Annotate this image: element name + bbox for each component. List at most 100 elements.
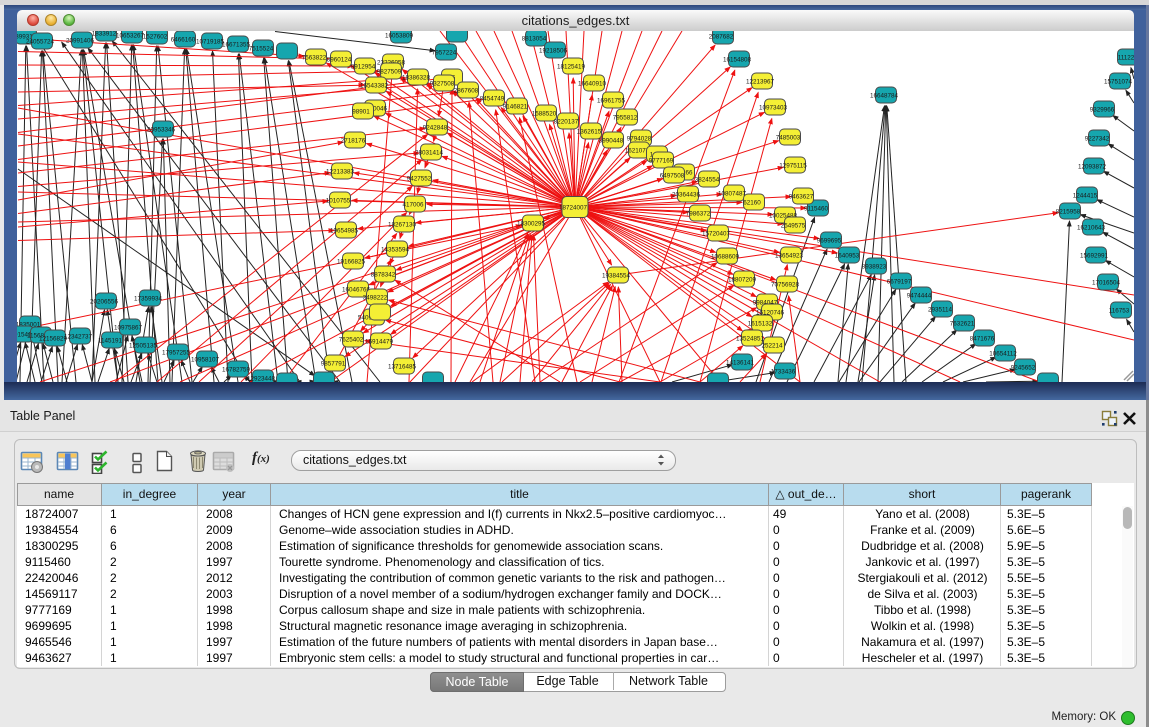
svg-text:17957255: 17957255 (162, 350, 191, 357)
svg-text:14353594: 14353594 (381, 247, 410, 254)
svg-text:116753: 116753 (1109, 308, 1130, 315)
svg-text:2087682: 2087682 (709, 34, 734, 41)
svg-text:15751074: 15751074 (1104, 79, 1133, 86)
svg-text:10973403: 10973403 (759, 105, 788, 112)
svg-text:24055724: 24055724 (26, 39, 55, 46)
svg-text:12505135: 12505135 (129, 343, 158, 350)
svg-text:62160: 62160 (743, 200, 761, 207)
svg-text:6497508: 6497508 (660, 173, 685, 180)
svg-text:17016504: 17016504 (1092, 280, 1121, 287)
svg-text:1640953: 1640953 (835, 253, 860, 260)
svg-text:3824554: 3824554 (695, 177, 720, 184)
svg-text:10653267: 10653267 (116, 33, 145, 40)
svg-text:9794028: 9794028 (627, 136, 652, 143)
svg-text:13716485: 13716485 (388, 364, 417, 371)
svg-text:9115460: 9115460 (804, 206, 829, 213)
svg-text:10958107: 10958107 (191, 357, 220, 364)
svg-text:18807209: 18807209 (728, 277, 757, 284)
svg-text:1588520: 1588520 (532, 111, 557, 118)
svg-text:9427552: 9427552 (407, 176, 432, 183)
svg-text:10688609: 10688609 (711, 254, 740, 261)
svg-text:9242848: 9242848 (423, 125, 448, 132)
svg-text:9245652: 9245652 (1011, 365, 1036, 372)
svg-text:417006: 417006 (402, 202, 424, 209)
svg-text:15720407: 15720407 (702, 231, 731, 238)
svg-text:8813054: 8813054 (522, 36, 547, 43)
svg-text:8471676: 8471676 (970, 336, 995, 343)
svg-text:12342737: 12342737 (64, 334, 93, 341)
svg-text:12213967: 12213967 (746, 79, 775, 86)
svg-text:7485003: 7485003 (776, 135, 801, 142)
svg-text:20206556: 20206556 (90, 299, 119, 306)
svg-text:20953346: 20953346 (147, 127, 176, 134)
svg-text:19218506: 19218506 (539, 48, 568, 55)
svg-text:1362615: 1362615 (577, 129, 602, 136)
svg-text:2549575: 2549575 (781, 223, 806, 230)
svg-text:7625402: 7625402 (339, 337, 364, 344)
svg-text:10654112: 10654112 (989, 351, 1017, 358)
svg-text:9227342: 9227342 (1085, 136, 1110, 143)
svg-text:18386328: 18386328 (402, 75, 431, 82)
svg-text:11122: 11122 (1118, 55, 1134, 62)
svg-text:20364436: 20364436 (672, 192, 701, 199)
svg-text:17359934: 17359934 (134, 296, 163, 303)
svg-text:8912954: 8912954 (351, 64, 376, 71)
svg-text:19166825: 19166825 (337, 259, 366, 266)
svg-text:70756928: 70756928 (771, 282, 800, 289)
svg-text:16961755: 16961755 (597, 98, 626, 105)
svg-text:8215958: 8215958 (1056, 209, 1081, 216)
svg-text:16671355: 16671355 (222, 42, 251, 49)
svg-text:15692991: 15692991 (1080, 253, 1109, 260)
svg-text:16210643: 16210643 (1077, 225, 1106, 232)
svg-text:12923448: 12923448 (247, 376, 276, 383)
svg-text:9327508: 9327508 (430, 81, 455, 88)
svg-text:9777169: 9777169 (649, 158, 674, 165)
svg-text:8878342: 8878342 (371, 272, 396, 279)
svg-text:16154808: 16154808 (723, 57, 752, 64)
svg-text:8990448: 8990448 (599, 138, 624, 145)
svg-text:9146821: 9146821 (503, 104, 528, 111)
svg-text:1615132: 1615132 (748, 321, 773, 328)
svg-text:12975115: 12975115 (779, 163, 807, 170)
svg-text:10719185: 10719185 (196, 39, 225, 46)
svg-text:8454749: 8454749 (480, 96, 505, 103)
svg-text:7986372: 7986372 (686, 211, 711, 218)
svg-text:8220137: 8220137 (554, 119, 579, 126)
svg-text:19384554: 19384554 (602, 273, 631, 280)
svg-text:20991406: 20991406 (66, 38, 95, 45)
svg-text:13654923: 13654923 (775, 253, 804, 260)
svg-text:16543382: 16543382 (360, 83, 389, 90)
svg-text:1733436: 1733436 (771, 369, 796, 376)
svg-text:9699695: 9699695 (817, 238, 842, 245)
svg-text:13524851: 13524851 (736, 336, 765, 343)
svg-text:16914479: 16914479 (365, 339, 394, 346)
svg-text:9474444: 9474444 (907, 293, 932, 300)
svg-text:1244415: 1244415 (1073, 193, 1098, 200)
svg-text:16053809: 16053809 (385, 33, 414, 40)
svg-text:7955812: 7955812 (613, 115, 638, 122)
svg-text:98901: 98901 (352, 109, 370, 116)
svg-text:1145191: 1145191 (98, 338, 123, 345)
svg-text:12093872: 12093872 (1078, 164, 1107, 171)
svg-text:7515524: 7515524 (249, 46, 274, 53)
svg-text:16648784: 16648784 (870, 93, 899, 100)
svg-text:8960124: 8960124 (327, 57, 352, 64)
svg-text:28031414: 28031414 (415, 150, 444, 157)
svg-text:19654985: 19654985 (330, 228, 359, 235)
svg-text:7957224: 7957224 (432, 50, 457, 57)
svg-text:16640910: 16640910 (578, 81, 607, 88)
svg-text:2718176: 2718176 (341, 138, 366, 145)
svg-text:8938923: 8938923 (862, 264, 887, 271)
svg-text:18125419: 18125419 (557, 64, 586, 71)
svg-text:16782759: 16782759 (222, 367, 251, 374)
svg-text:14136141: 14136141 (726, 360, 755, 367)
svg-text:7632621: 7632621 (950, 321, 975, 328)
svg-text:3498222: 3498222 (363, 295, 388, 302)
svg-text:9857791: 9857791 (321, 361, 346, 368)
svg-text:6466160: 6466160 (171, 37, 196, 44)
svg-text:1010755: 1010755 (326, 198, 351, 205)
svg-text:1833912: 1833912 (92, 31, 117, 38)
svg-text:252214: 252214 (761, 343, 783, 350)
svg-text:2935114: 2935114 (928, 307, 953, 314)
svg-text:6679197: 6679197 (887, 279, 912, 286)
